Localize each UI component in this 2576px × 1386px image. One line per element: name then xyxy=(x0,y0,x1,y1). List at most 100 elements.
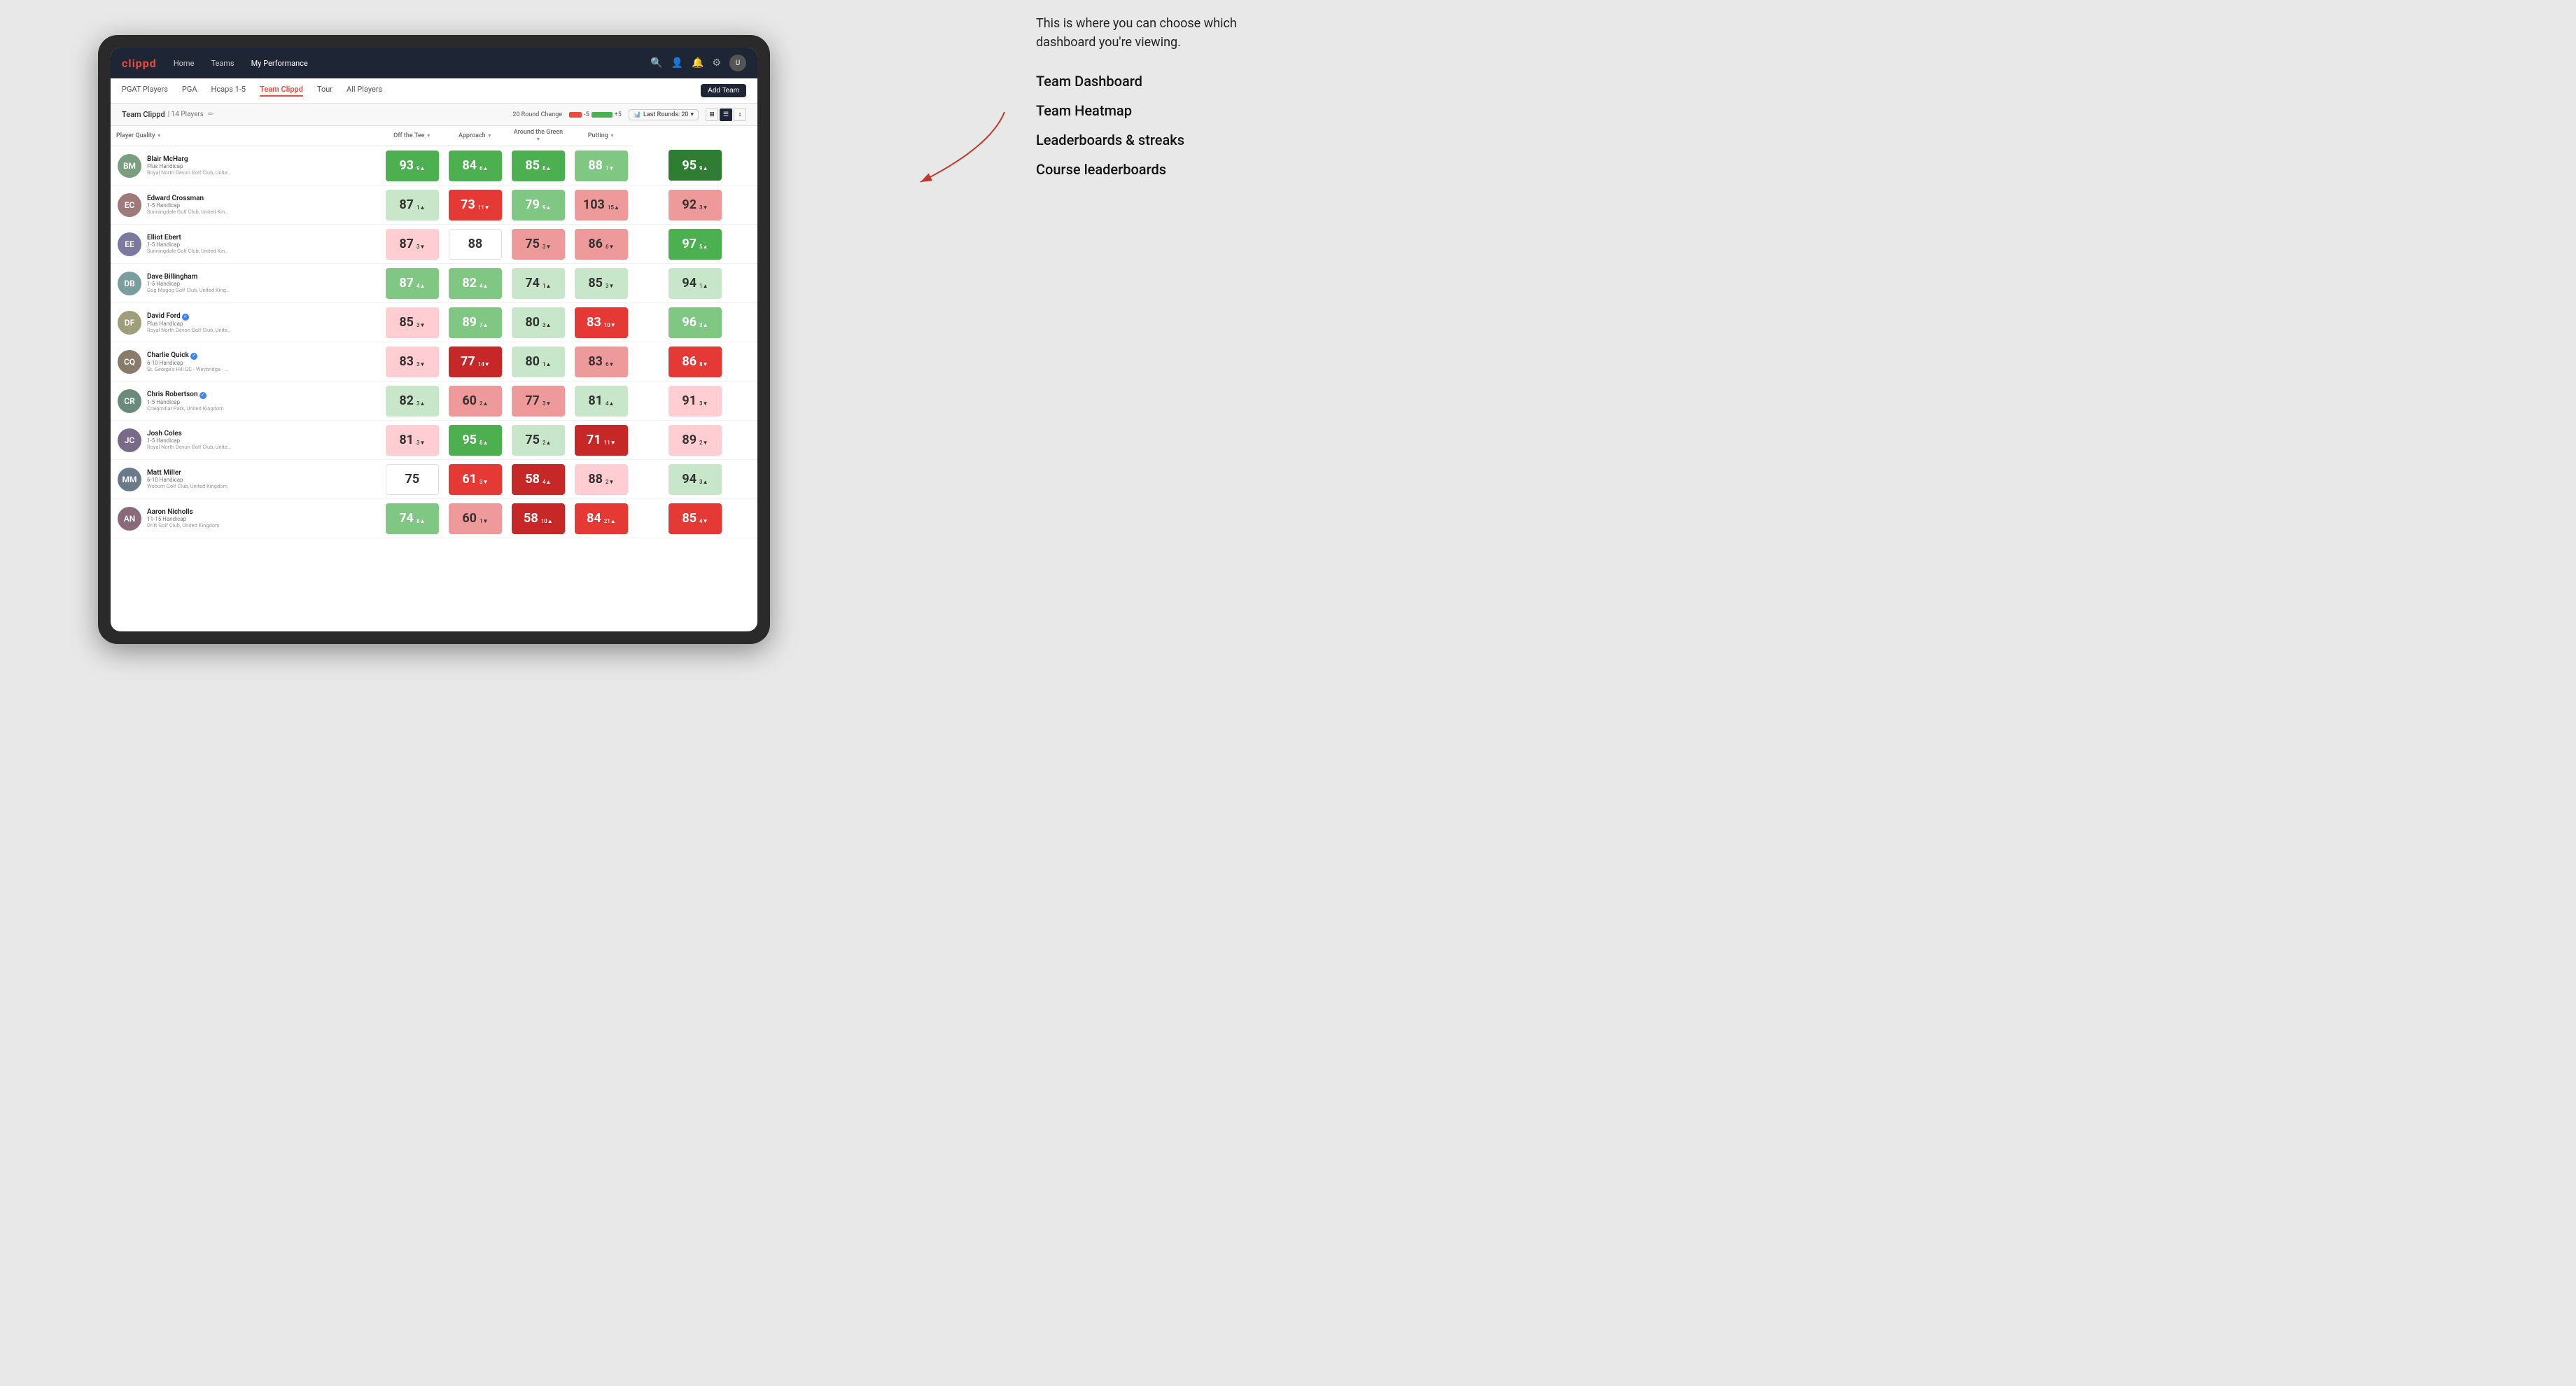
avatar: DB xyxy=(118,272,141,295)
player-info[interactable]: AN Aaron Nicholls 11-15 Handicap Drift G… xyxy=(111,503,381,535)
score-cell: 773▼ xyxy=(507,382,570,421)
add-team-button[interactable]: Add Team xyxy=(701,84,746,97)
table-container[interactable]: Player Quality ▼ Off the Tee ▼ Approach … xyxy=(111,126,757,631)
score-value: 82 xyxy=(462,276,477,290)
player-info[interactable]: EC Edward Crossman 1-5 Handicap Sunningd… xyxy=(111,189,381,221)
score-cell: 741▲ xyxy=(507,264,570,303)
score-value: 75 xyxy=(525,237,540,251)
score-cell: 814▲ xyxy=(570,382,633,421)
annotation-menu: Team Dashboard Team Heatmap Leaderboards… xyxy=(1036,73,1274,178)
player-info[interactable]: BM Blair McHarg Plus Handicap Royal Nort… xyxy=(111,150,381,182)
subnav-link-pga[interactable]: PGA xyxy=(182,85,197,97)
player-info[interactable]: DF David Ford✓ Plus Handicap Royal North… xyxy=(111,307,381,339)
col-header-putting: Putting ▼ xyxy=(570,126,633,146)
player-info[interactable]: DB Dave Billingham 1-5 Handicap Gog Mago… xyxy=(111,267,381,300)
avatar[interactable]: U xyxy=(729,55,746,71)
score-cell: 868▼ xyxy=(633,342,757,382)
score-box: 741▲ xyxy=(512,268,565,299)
avatar: MM xyxy=(118,468,141,491)
subnav-link-tour[interactable]: Tour xyxy=(317,85,332,97)
score-cell: 943▲ xyxy=(633,460,757,499)
score-change: 3▲ xyxy=(542,322,551,328)
col-header-around-green: Around the Green ▼ xyxy=(507,126,570,146)
score-value: 73 xyxy=(461,197,475,212)
col-header-approach: Approach ▼ xyxy=(444,126,507,146)
player-name: David Ford✓ xyxy=(147,312,231,321)
score-value: 58 xyxy=(525,472,540,486)
score-change: 3▼ xyxy=(699,400,708,407)
table-row: CR Chris Robertson✓ 1-5 Handicap Craigmi… xyxy=(111,382,757,421)
score-cell: 854▼ xyxy=(633,499,757,538)
player-info[interactable]: CQ Charlie Quick✓ 6-10 Handicap St. Geor… xyxy=(111,346,381,378)
player-info[interactable]: EE Elliot Ebert 1-5 Handicap Sunningdale… xyxy=(111,228,381,260)
player-details: Chris Robertson✓ 1-5 Handicap Craigmilla… xyxy=(147,391,224,412)
score-value: 60 xyxy=(462,393,477,408)
score-value: 75 xyxy=(405,472,420,486)
score-value: 87 xyxy=(399,197,414,212)
score-cell: 7111▼ xyxy=(570,421,633,460)
avatar: BM xyxy=(118,154,141,178)
score-cell: 8310▼ xyxy=(570,303,633,342)
view-icon-grid[interactable]: ⊞ xyxy=(706,108,718,121)
player-info[interactable]: MM Matt Miller 6-10 Handicap Woburn Golf… xyxy=(111,463,381,496)
score-value: 74 xyxy=(525,276,540,290)
navbar-link-my-performance[interactable]: My Performance xyxy=(248,57,311,69)
last-rounds-button[interactable]: 📊 Last Rounds: 20 ▾ xyxy=(629,109,699,120)
bell-icon[interactable]: 🔔 xyxy=(692,57,704,69)
player-club: Craigmillar Park, United Kingdom xyxy=(147,405,224,412)
player-handicap: 6-10 Handicap xyxy=(147,360,231,366)
view-icon-chart[interactable]: ↕ xyxy=(734,108,746,121)
score-value: 61 xyxy=(462,472,477,486)
player-name: Charlie Quick✓ xyxy=(147,351,231,360)
navbar-logo: clippd xyxy=(122,57,157,70)
score-cell: 975▲ xyxy=(633,225,757,264)
player-details: Charlie Quick✓ 6-10 Handicap St. George'… xyxy=(147,351,231,372)
navbar-link-teams[interactable]: Teams xyxy=(208,57,237,69)
score-box: 892▼ xyxy=(668,425,722,456)
player-name: Elliot Ebert xyxy=(147,234,231,241)
score-box: 753▼ xyxy=(512,229,565,260)
table-row: DF David Ford✓ Plus Handicap Royal North… xyxy=(111,303,757,342)
score-value: 81 xyxy=(399,433,414,447)
score-change: 3▼ xyxy=(416,440,425,446)
score-cell: 958▲ xyxy=(444,421,507,460)
player-details: Dave Billingham 1-5 Handicap Gog Magog G… xyxy=(147,273,231,293)
view-icon-table[interactable]: ☰ xyxy=(720,108,732,121)
score-change: 8▼ xyxy=(699,361,708,368)
team-header: Team Clippd | 14 Players ✏ 20 Round Chan… xyxy=(111,104,757,126)
score-cell: 866▼ xyxy=(570,225,633,264)
player-details: David Ford✓ Plus Handicap Royal North De… xyxy=(147,312,231,333)
verified-icon: ✓ xyxy=(190,353,197,360)
col-header-off-tee: Off the Tee ▼ xyxy=(381,126,444,146)
team-name: Team Clippd xyxy=(122,110,165,119)
player-info[interactable]: CR Chris Robertson✓ 1-5 Handicap Craigmi… xyxy=(111,385,381,417)
annotation-intro-text: This is where you can choose which dashb… xyxy=(1036,14,1274,52)
score-value: 92 xyxy=(682,197,696,212)
score-box: 75 xyxy=(386,464,439,495)
player-info[interactable]: JC Josh Coles 1-5 Handicap Royal North D… xyxy=(111,424,381,456)
subnav: PGAT Players PGA Hcaps 1-5 Team Clippd T… xyxy=(111,78,757,104)
subnav-link-all-players[interactable]: All Players xyxy=(346,85,382,97)
score-cell: 813▼ xyxy=(381,421,444,460)
score-value: 94 xyxy=(682,472,696,486)
score-cell: 882▼ xyxy=(570,460,633,499)
score-box: 613▼ xyxy=(449,464,502,495)
search-icon[interactable]: 🔍 xyxy=(650,57,662,69)
column-header-row: Player Quality ▼ Off the Tee ▼ Approach … xyxy=(111,126,757,146)
score-box: 897▲ xyxy=(449,307,502,338)
player-info-cell: BM Blair McHarg Plus Handicap Royal Nort… xyxy=(111,146,381,186)
score-box: 584▲ xyxy=(512,464,565,495)
subnav-link-pgat[interactable]: PGAT Players xyxy=(122,85,168,97)
person-icon[interactable]: 👤 xyxy=(671,57,683,69)
table-row: JC Josh Coles 1-5 Handicap Royal North D… xyxy=(111,421,757,460)
settings-icon[interactable]: ⚙ xyxy=(712,57,721,69)
score-change: 2▲ xyxy=(479,400,488,407)
score-box: 854▼ xyxy=(668,503,722,534)
avatar: DF xyxy=(118,311,141,335)
edit-icon[interactable]: ✏ xyxy=(208,111,214,118)
score-change: 11▼ xyxy=(478,204,490,211)
navbar-link-home[interactable]: Home xyxy=(171,57,197,69)
score-value: 85 xyxy=(399,315,414,330)
subnav-link-hcaps[interactable]: Hcaps 1-5 xyxy=(211,85,246,97)
subnav-link-team-clippd[interactable]: Team Clippd xyxy=(260,85,303,97)
